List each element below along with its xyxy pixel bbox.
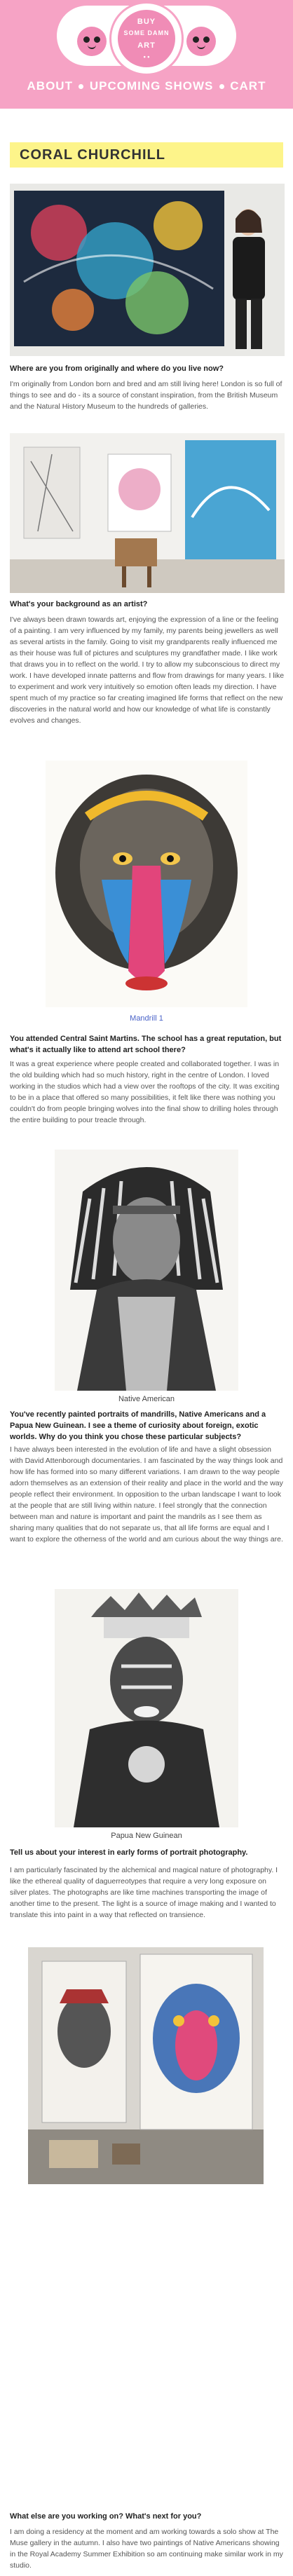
question-6: What else are you working on? What's nex… xyxy=(10,2512,202,2521)
papua-new-guinean-painting-image xyxy=(55,1589,238,1827)
mascot-right-icon xyxy=(186,27,216,56)
native-american-painting-image xyxy=(55,1150,238,1391)
logo-text[interactable]: BUY SOME DAMN ART • • xyxy=(118,10,175,67)
logo-line-3: ART xyxy=(137,41,156,50)
site-header: BUY SOME DAMN ART • • ABOUT UPCOMING SHO… xyxy=(0,0,293,109)
logo-dots: • • xyxy=(143,53,150,60)
question-4: You've recently painted portraits of man… xyxy=(10,1410,266,1441)
answer-5: I am particularly fascinated by the alch… xyxy=(10,1866,278,1919)
main-nav: ABOUT UPCOMING SHOWS CART xyxy=(0,79,293,93)
caption-native: Native American xyxy=(118,1395,175,1403)
nav-cart[interactable]: CART xyxy=(230,79,266,93)
answer-3: It was a great experience where people c… xyxy=(10,1060,280,1124)
nav-upcoming-shows[interactable]: UPCOMING SHOWS xyxy=(90,79,213,93)
question-5: Tell us about your interest in early for… xyxy=(10,1848,248,1857)
answer-4: I have always been interested in the evo… xyxy=(10,1445,283,1543)
answer-1: I'm originally from London born and bred… xyxy=(10,380,282,411)
caption-papua: Papua New Guinean xyxy=(111,1832,182,1840)
mascot-left-icon xyxy=(77,27,107,56)
question-2: What's your background as an artist? xyxy=(10,600,148,608)
logo-line-1: BUY xyxy=(137,18,156,26)
mandrill-painting-image xyxy=(46,761,247,1007)
question-3: You attended Central Saint Martins. The … xyxy=(10,1035,282,1054)
question-1: Where are you from originally and where … xyxy=(10,364,224,373)
artist-portrait-image xyxy=(10,184,285,356)
studio-paintings-image xyxy=(28,1947,264,2184)
answer-6: I am doing a residency at the moment and… xyxy=(10,2528,283,2570)
caption-mandrill[interactable]: Mandrill 1 xyxy=(0,1014,293,1023)
logo-line-2: SOME DAMN xyxy=(123,29,170,36)
nav-separator-dot xyxy=(219,83,224,89)
answer-2: I've always been drawn towards art, enjo… xyxy=(10,615,285,725)
page-title: CORAL CHURCHILL xyxy=(20,147,165,163)
studio-image xyxy=(10,433,285,593)
nav-separator-dot xyxy=(79,83,84,89)
article-title-bar: CORAL CHURCHILL xyxy=(10,142,283,168)
nav-about[interactable]: ABOUT xyxy=(27,79,73,93)
